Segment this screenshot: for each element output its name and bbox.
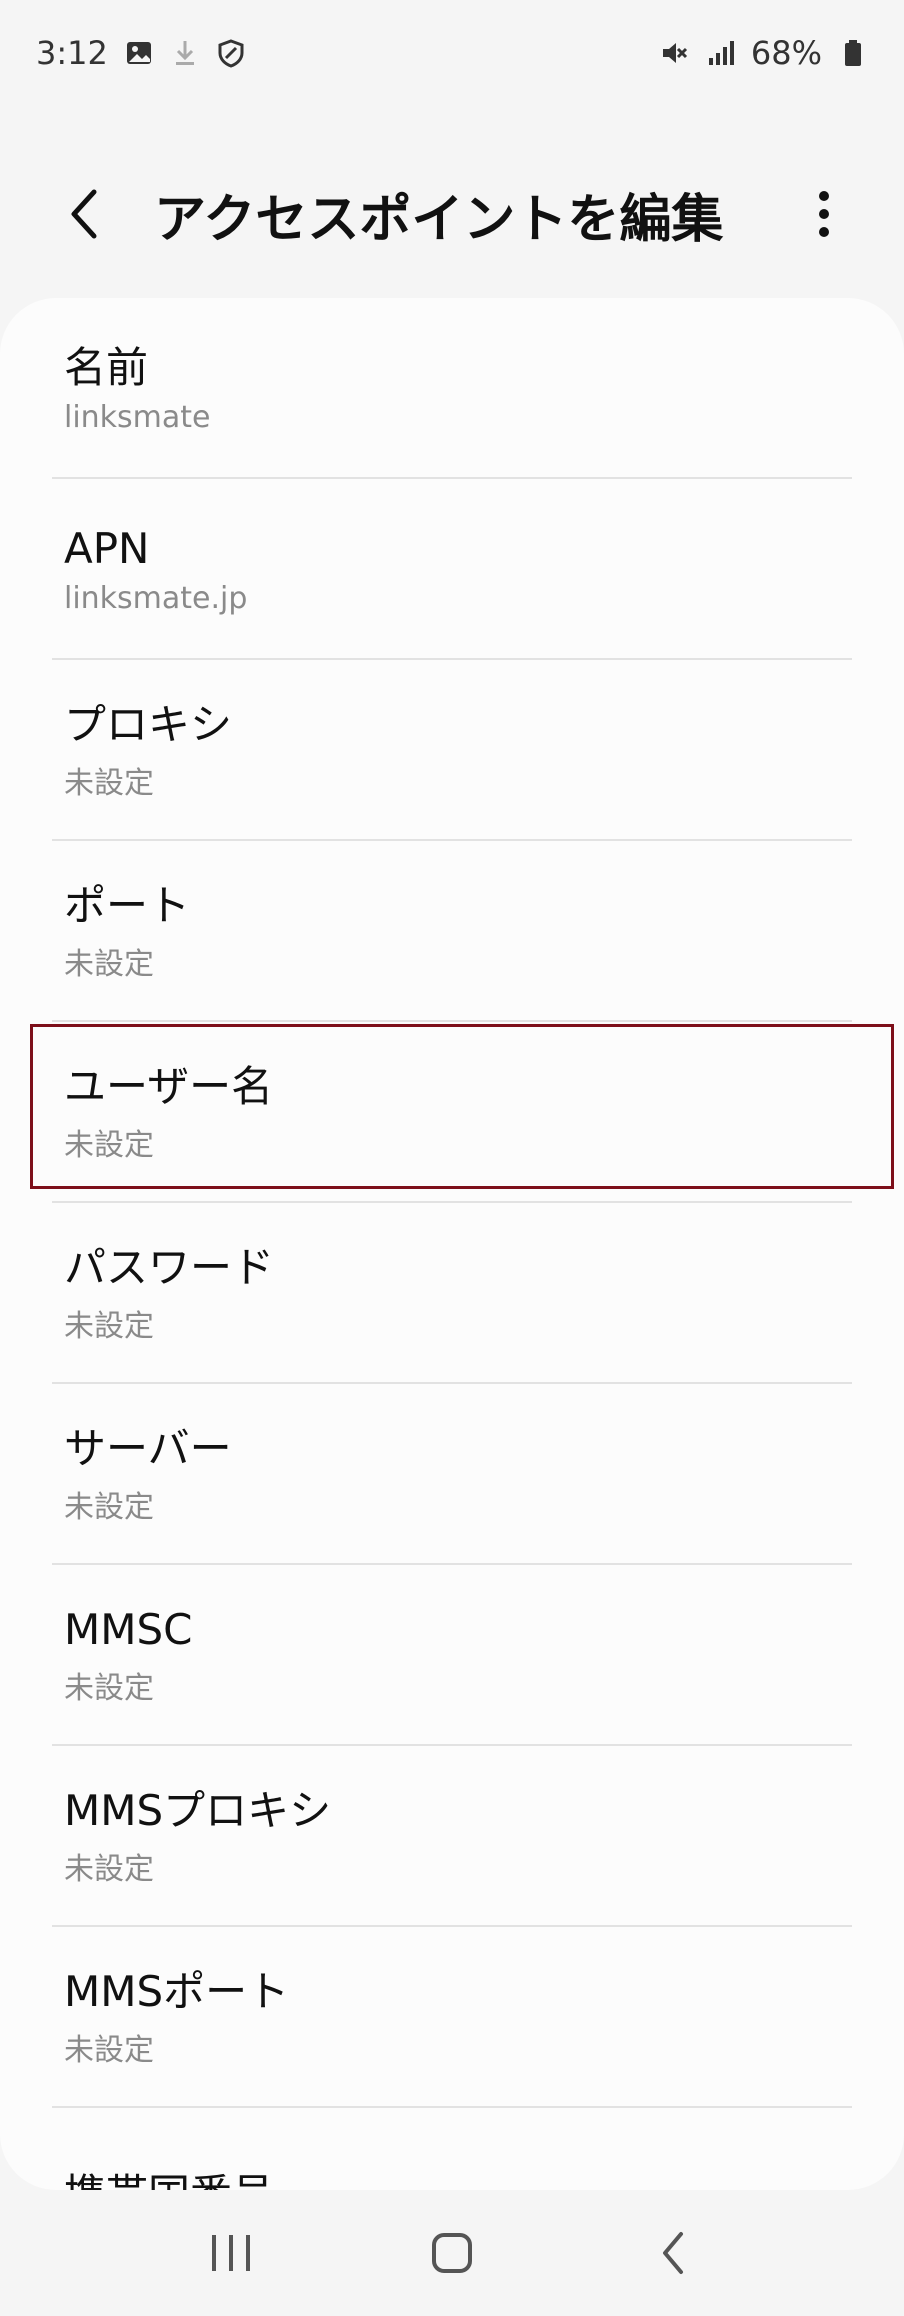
app-bar: アクセスポイントを編集 [0, 106, 904, 322]
more-vertical-icon [819, 191, 829, 237]
item-value: 未設定 [64, 1851, 154, 1887]
status-right: 68% [659, 34, 868, 72]
chevron-left-icon [71, 189, 97, 239]
nav-back-button[interactable] [623, 2213, 723, 2293]
home-icon [431, 2233, 472, 2273]
item-label: MMSC [64, 1605, 193, 1655]
item-value: linksmate.jp [64, 581, 248, 617]
item-label: 名前 [64, 342, 149, 392]
list-item-mms-proxy[interactable]: MMSプロキシ 未設定 [0, 1746, 904, 1927]
item-value: linksmate [64, 400, 211, 436]
list-item-name[interactable]: 名前 linksmate [0, 298, 904, 479]
item-label: 携帯国番号 [64, 2169, 904, 2190]
settings-list: 名前 linksmate APN linksmate.jp プロキシ 未設定 ポ… [0, 298, 904, 2190]
list-item-mmsc[interactable]: MMSC 未設定 [0, 1565, 904, 1746]
item-label: サーバー [64, 1424, 232, 1474]
recent-apps-icon [211, 2235, 250, 2271]
item-value: 未設定 [64, 1670, 154, 1706]
signal-icon [705, 38, 735, 68]
list-item-server[interactable]: サーバー 未設定 [0, 1384, 904, 1565]
item-label: ポート [64, 881, 191, 931]
list-item-mms-port[interactable]: MMSポート 未設定 [0, 1927, 904, 2108]
status-time: 3:12 [36, 34, 108, 72]
item-value: 未設定 [64, 1308, 154, 1344]
download-icon [170, 38, 200, 68]
item-value: 未設定 [64, 1489, 154, 1525]
item-label: APN [64, 523, 150, 573]
battery-percentage: 68% [750, 34, 822, 72]
list-item-apn[interactable]: APN linksmate.jp [0, 479, 904, 660]
more-options-button[interactable] [794, 159, 854, 269]
back-button[interactable] [30, 159, 140, 269]
list-item-username[interactable]: ユーザー名 未設定 [0, 1022, 904, 1203]
status-bar: 3:12 68% [0, 0, 904, 106]
item-label: パスワード [64, 1243, 275, 1293]
list-item-mcc[interactable]: 携帯国番号 [0, 2108, 904, 2190]
shield-icon [216, 38, 246, 68]
item-label: プロキシ [64, 700, 233, 750]
page-title: アクセスポイントを編集 [154, 189, 724, 250]
list-item-password[interactable]: パスワード 未設定 [0, 1203, 904, 1384]
item-value: 未設定 [64, 946, 154, 982]
item-label: MMSポート [64, 1967, 290, 2017]
highlight-box [30, 1024, 894, 1189]
list-item-port[interactable]: ポート 未設定 [0, 841, 904, 1022]
home-button[interactable] [402, 2213, 502, 2293]
navigation-bar [0, 2190, 904, 2316]
item-value: 未設定 [64, 2032, 154, 2068]
battery-icon [838, 38, 868, 68]
back-icon [663, 2232, 684, 2274]
item-label: MMSプロキシ [64, 1786, 332, 1836]
item-value: 未設定 [64, 765, 154, 801]
status-left: 3:12 [36, 34, 246, 72]
recent-apps-button[interactable] [181, 2213, 281, 2293]
list-item-proxy[interactable]: プロキシ 未設定 [0, 660, 904, 841]
mute-icon [659, 38, 689, 68]
gallery-icon [124, 38, 154, 68]
